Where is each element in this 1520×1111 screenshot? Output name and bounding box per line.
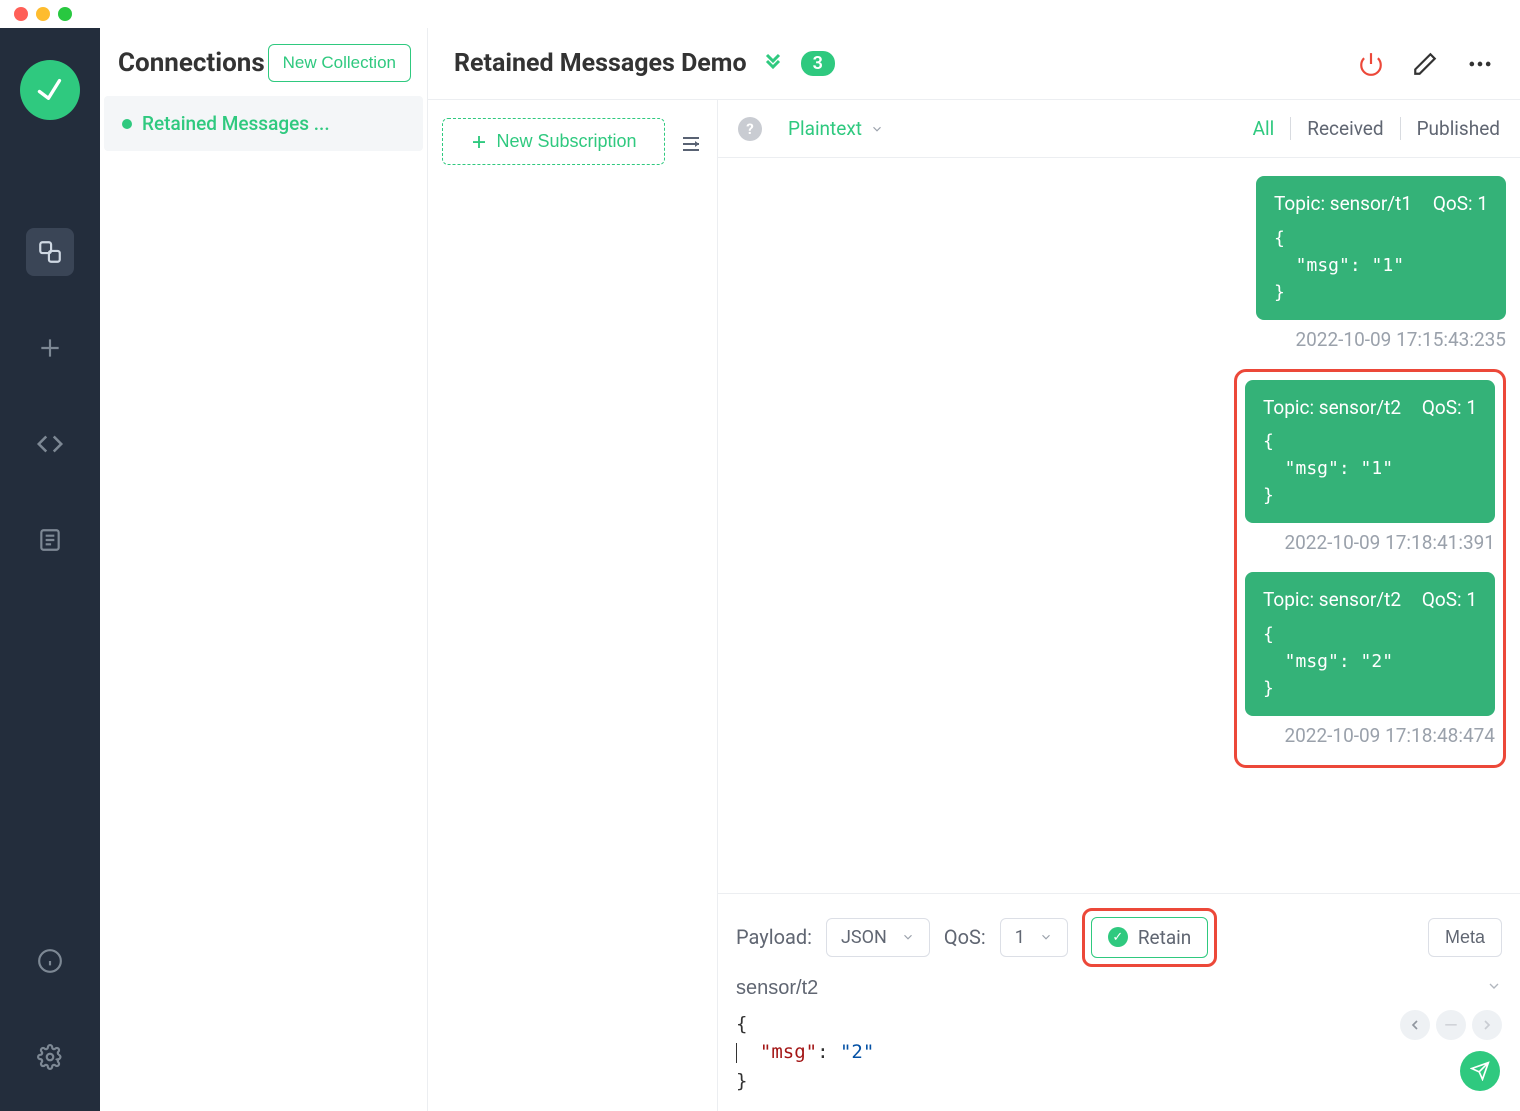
nav-scripts-icon[interactable] <box>26 420 74 468</box>
window-close-button[interactable] <box>14 7 28 21</box>
meta-button[interactable]: Meta <box>1428 918 1502 957</box>
connection-item-name: Retained Messages ... <box>142 112 330 135</box>
qos-label: QoS: <box>944 925 986 949</box>
connection-name: Retained Messages Demo <box>454 49 747 78</box>
message-payload: { "msg": "1" } <box>1274 225 1488 306</box>
messages-panel: ? Plaintext All Received Published <box>718 100 1520 1111</box>
payload-format-dropdown[interactable]: Plaintext <box>788 117 884 140</box>
qos-value: 1 <box>1015 927 1025 948</box>
subscription-count-badge: 3 <box>801 51 835 76</box>
message-bubble[interactable]: Topic: sensor/t1 QoS: 1 { "msg": "1" } <box>1256 176 1506 320</box>
collapse-subscriptions-icon[interactable] <box>679 118 703 160</box>
message-qos: QoS: 1 <box>1422 586 1477 615</box>
new-subscription-label: New Subscription <box>496 131 636 152</box>
editor-nav-controls: — <box>1400 1010 1502 1040</box>
message-payload: { "msg": "1" } <box>1263 428 1477 509</box>
connections-panel: Connections New Collection Retained Mess… <box>100 28 428 1111</box>
qos-select[interactable]: 1 <box>1000 918 1068 957</box>
check-icon: ✓ <box>1108 927 1128 947</box>
message-payload: { "msg": "2" } <box>1263 621 1477 702</box>
message-filter-tabs: All Received Published <box>1237 117 1500 140</box>
subscriptions-panel: New Subscription <box>428 100 718 1111</box>
message-qos: QoS: 1 <box>1433 190 1488 219</box>
new-collection-button[interactable]: New Collection <box>268 44 411 82</box>
message-list[interactable]: Topic: sensor/t1 QoS: 1 { "msg": "1" } 2… <box>718 158 1520 893</box>
detail-header: Retained Messages Demo 3 <box>428 28 1520 100</box>
editor-prev-icon[interactable] <box>1400 1010 1430 1040</box>
filter-received-tab[interactable]: Received <box>1291 117 1400 140</box>
payload-format-select[interactable]: JSON <box>826 918 930 957</box>
publish-panel: Payload: JSON QoS: 1 ✓ <box>718 893 1520 1111</box>
retain-highlight-annotation: ✓ Retain <box>1082 908 1217 967</box>
message-timestamp: 2022-10-09 17:18:41:391 <box>1284 531 1495 554</box>
nav-add-icon[interactable] <box>26 324 74 372</box>
message-timestamp: 2022-10-09 17:15:43:235 <box>1295 328 1506 351</box>
filter-published-tab[interactable]: Published <box>1401 117 1500 140</box>
editor-clear-icon[interactable]: — <box>1436 1010 1466 1040</box>
retain-label: Retain <box>1138 926 1191 949</box>
message-topic: Topic: sensor/t2 <box>1263 586 1401 615</box>
edit-connection-button[interactable] <box>1412 51 1438 77</box>
messages-toolbar: ? Plaintext All Received Published <box>718 100 1520 158</box>
app-nav <box>0 28 100 1111</box>
nav-log-icon[interactable] <box>26 516 74 564</box>
send-button[interactable] <box>1460 1051 1500 1091</box>
help-icon[interactable]: ? <box>738 117 762 141</box>
nav-connections-icon[interactable] <box>26 228 74 276</box>
topic-input[interactable] <box>736 977 1486 1000</box>
filter-all-tab[interactable]: All <box>1237 117 1292 140</box>
connections-title: Connections <box>118 48 265 78</box>
nav-settings-icon[interactable] <box>26 1033 74 1081</box>
message-topic: Topic: sensor/t2 <box>1263 394 1401 423</box>
retain-toggle[interactable]: ✓ Retain <box>1091 917 1208 958</box>
topic-history-icon[interactable] <box>1486 978 1502 998</box>
message-timestamp: 2022-10-09 17:18:48:474 <box>1284 724 1495 747</box>
message-topic: Topic: sensor/t1 <box>1274 190 1412 219</box>
payload-label: Payload: <box>736 925 812 949</box>
connection-item[interactable]: Retained Messages ... <box>104 96 423 151</box>
disconnect-button[interactable] <box>1358 51 1384 77</box>
editor-next-icon[interactable] <box>1472 1010 1502 1040</box>
message-qos: QoS: 1 <box>1422 394 1477 423</box>
payload-format-label: Plaintext <box>788 117 862 140</box>
nav-info-icon[interactable] <box>26 937 74 985</box>
payload-format-value: JSON <box>841 927 887 948</box>
new-subscription-button[interactable]: New Subscription <box>442 118 665 165</box>
window-minimize-button[interactable] <box>36 7 50 21</box>
more-options-button[interactable] <box>1466 50 1494 78</box>
window-maximize-button[interactable] <box>58 7 72 21</box>
connection-detail-panel: Retained Messages Demo 3 <box>428 28 1520 1111</box>
connection-status-dot-icon <box>122 119 132 129</box>
payload-editor[interactable]: { "msg": "2" } — <box>736 1010 1502 1096</box>
app-logo <box>20 60 80 120</box>
message-bubble[interactable]: Topic: sensor/t2 QoS: 1 { "msg": "2" } <box>1245 572 1495 716</box>
window-titlebar <box>0 0 1520 28</box>
expand-connection-icon[interactable] <box>761 52 785 76</box>
highlighted-messages-annotation: Topic: sensor/t2 QoS: 1 { "msg": "1" } 2… <box>1234 369 1506 768</box>
message-bubble[interactable]: Topic: sensor/t2 QoS: 1 { "msg": "1" } <box>1245 380 1495 524</box>
